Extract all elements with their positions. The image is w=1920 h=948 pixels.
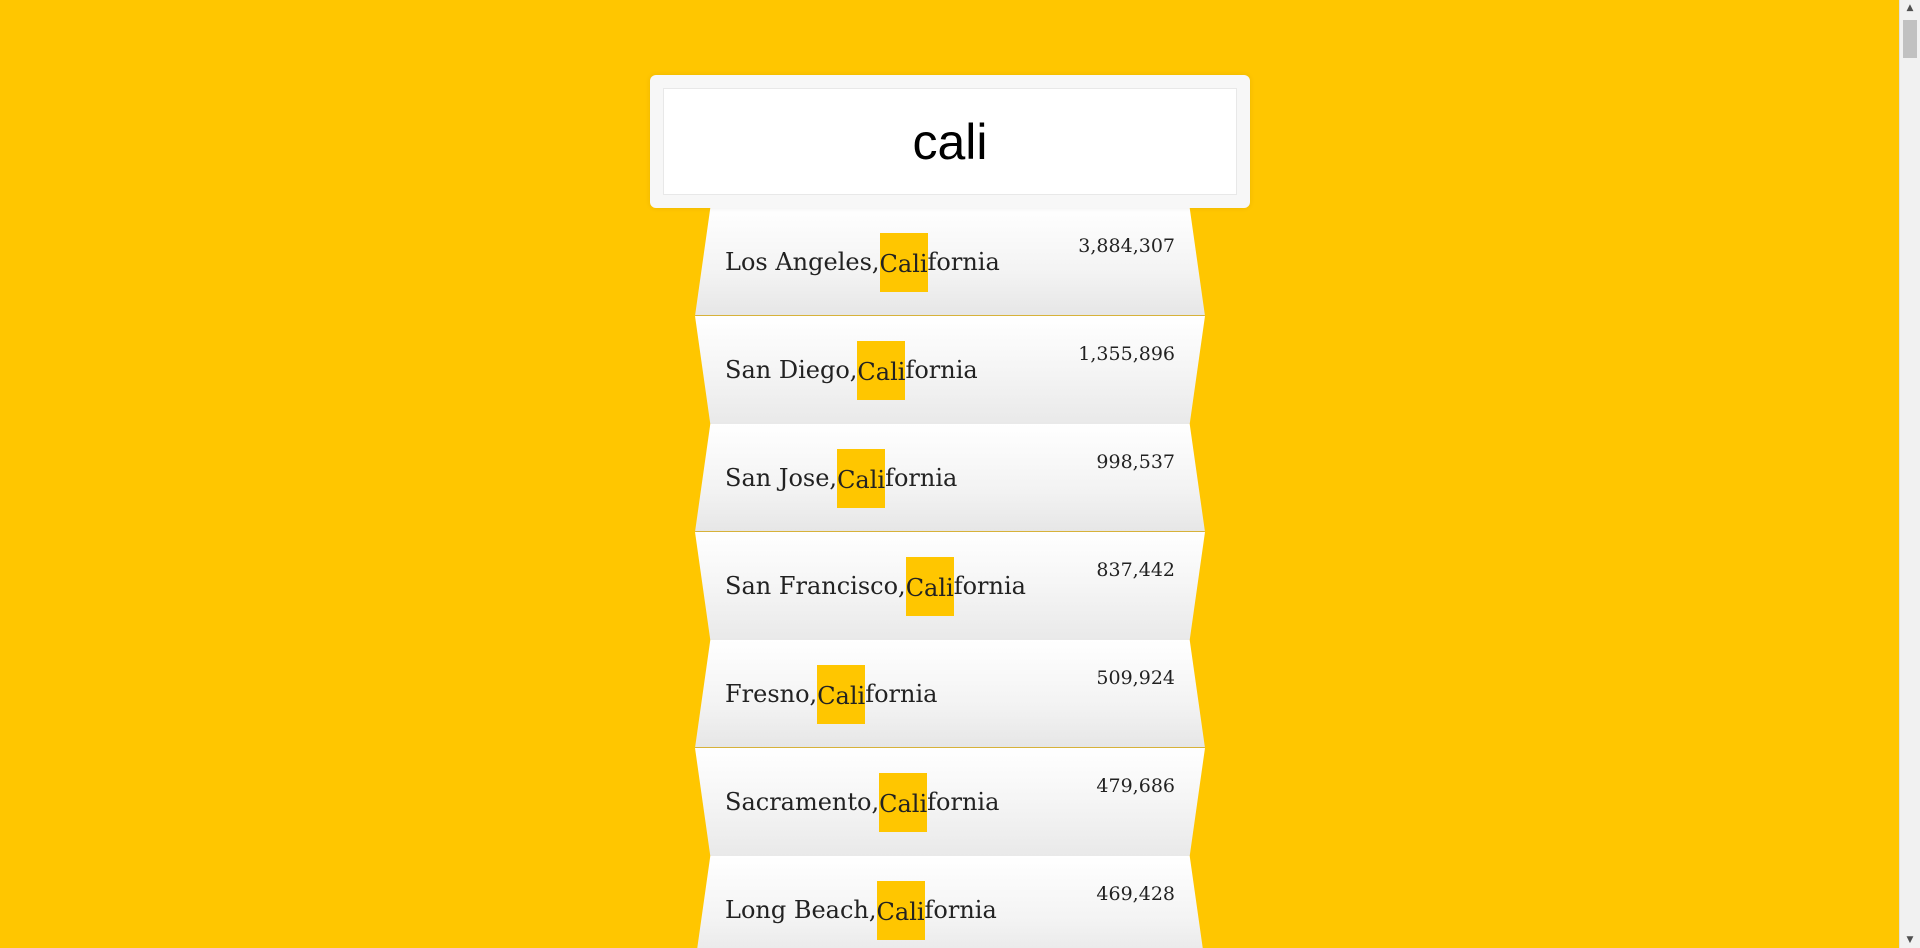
match-highlight: Cali (817, 664, 866, 724)
suggestion-population: 469,428 (1096, 883, 1175, 905)
suggestion-city: San Jose, Cali fornia (725, 424, 957, 532)
match-highlight: Cali (876, 880, 925, 940)
suggestion-city-suffix: fornia (927, 788, 1000, 816)
match-highlight: Cali (837, 448, 886, 508)
suggestion-city-suffix: fornia (885, 464, 958, 492)
suggestion-city-suffix: fornia (865, 680, 938, 708)
suggestion-city-prefix: San Francisco, (725, 572, 906, 600)
suggestion-city-prefix: San Jose, (725, 464, 838, 492)
suggestion-population: 1,355,896 (1078, 343, 1175, 365)
suggestion-population: 509,924 (1096, 667, 1175, 689)
suggestion-city-suffix: fornia (953, 572, 1026, 600)
page: Los Angeles, Cali fornia 3,884,307 San Di… (0, 0, 1899, 948)
suggestion-item[interactable]: San Jose, Cali fornia 998,537 (695, 424, 1205, 532)
match-highlight: Cali (879, 772, 928, 832)
suggestion-item[interactable]: Los Angeles, Cali fornia 3,884,307 (695, 208, 1205, 316)
suggestion-city-suffix: fornia (924, 896, 997, 924)
suggestion-item[interactable]: Sacramento, Cali fornia 479,686 (695, 748, 1205, 856)
suggestion-city: Fresno, Cali fornia (725, 640, 937, 748)
suggestion-item[interactable]: Fresno, Cali fornia 509,924 (695, 640, 1205, 748)
suggestion-city-prefix: Sacramento, (725, 788, 880, 816)
suggestion-population: 998,537 (1096, 451, 1175, 473)
suggestion-city: San Diego, Cali fornia (725, 316, 978, 424)
suggestion-item[interactable]: Long Beach, Cali fornia 469,428 (695, 856, 1205, 948)
scroll-down-arrow-icon[interactable]: ▼ (1900, 932, 1920, 948)
suggestion-city: San Francisco, Cali fornia (725, 532, 1026, 640)
match-highlight: Cali (879, 232, 928, 292)
suggestion-item[interactable]: San Francisco, Cali fornia 837,442 (695, 532, 1205, 640)
suggestion-city-prefix: Fresno, (725, 680, 818, 708)
suggestion-city-suffix: fornia (905, 356, 978, 384)
search-input[interactable] (663, 88, 1237, 195)
scroll-thumb[interactable] (1903, 20, 1917, 58)
scroll-up-arrow-icon[interactable]: ▲ (1900, 0, 1920, 16)
suggestion-city: Long Beach, Cali fornia (725, 856, 997, 948)
suggestion-city: Los Angeles, Cali fornia (725, 208, 1000, 316)
suggestion-city-suffix: fornia (927, 248, 1000, 276)
suggestion-population: 837,442 (1096, 559, 1175, 581)
suggestion-population: 479,686 (1096, 775, 1175, 797)
search-box (650, 75, 1250, 208)
suggestion-item[interactable]: San Diego, Cali fornia 1,355,896 (695, 316, 1205, 424)
suggestion-population: 3,884,307 (1078, 235, 1175, 257)
vertical-scrollbar[interactable]: ▲ ▼ (1899, 0, 1920, 948)
suggestion-city: Sacramento, Cali fornia (725, 748, 999, 856)
match-highlight: Cali (857, 340, 906, 400)
suggestion-city-prefix: Los Angeles, (725, 248, 880, 276)
suggestion-city-prefix: San Diego, (725, 356, 858, 384)
match-highlight: Cali (905, 556, 954, 616)
suggestion-city-prefix: Long Beach, (725, 896, 877, 924)
